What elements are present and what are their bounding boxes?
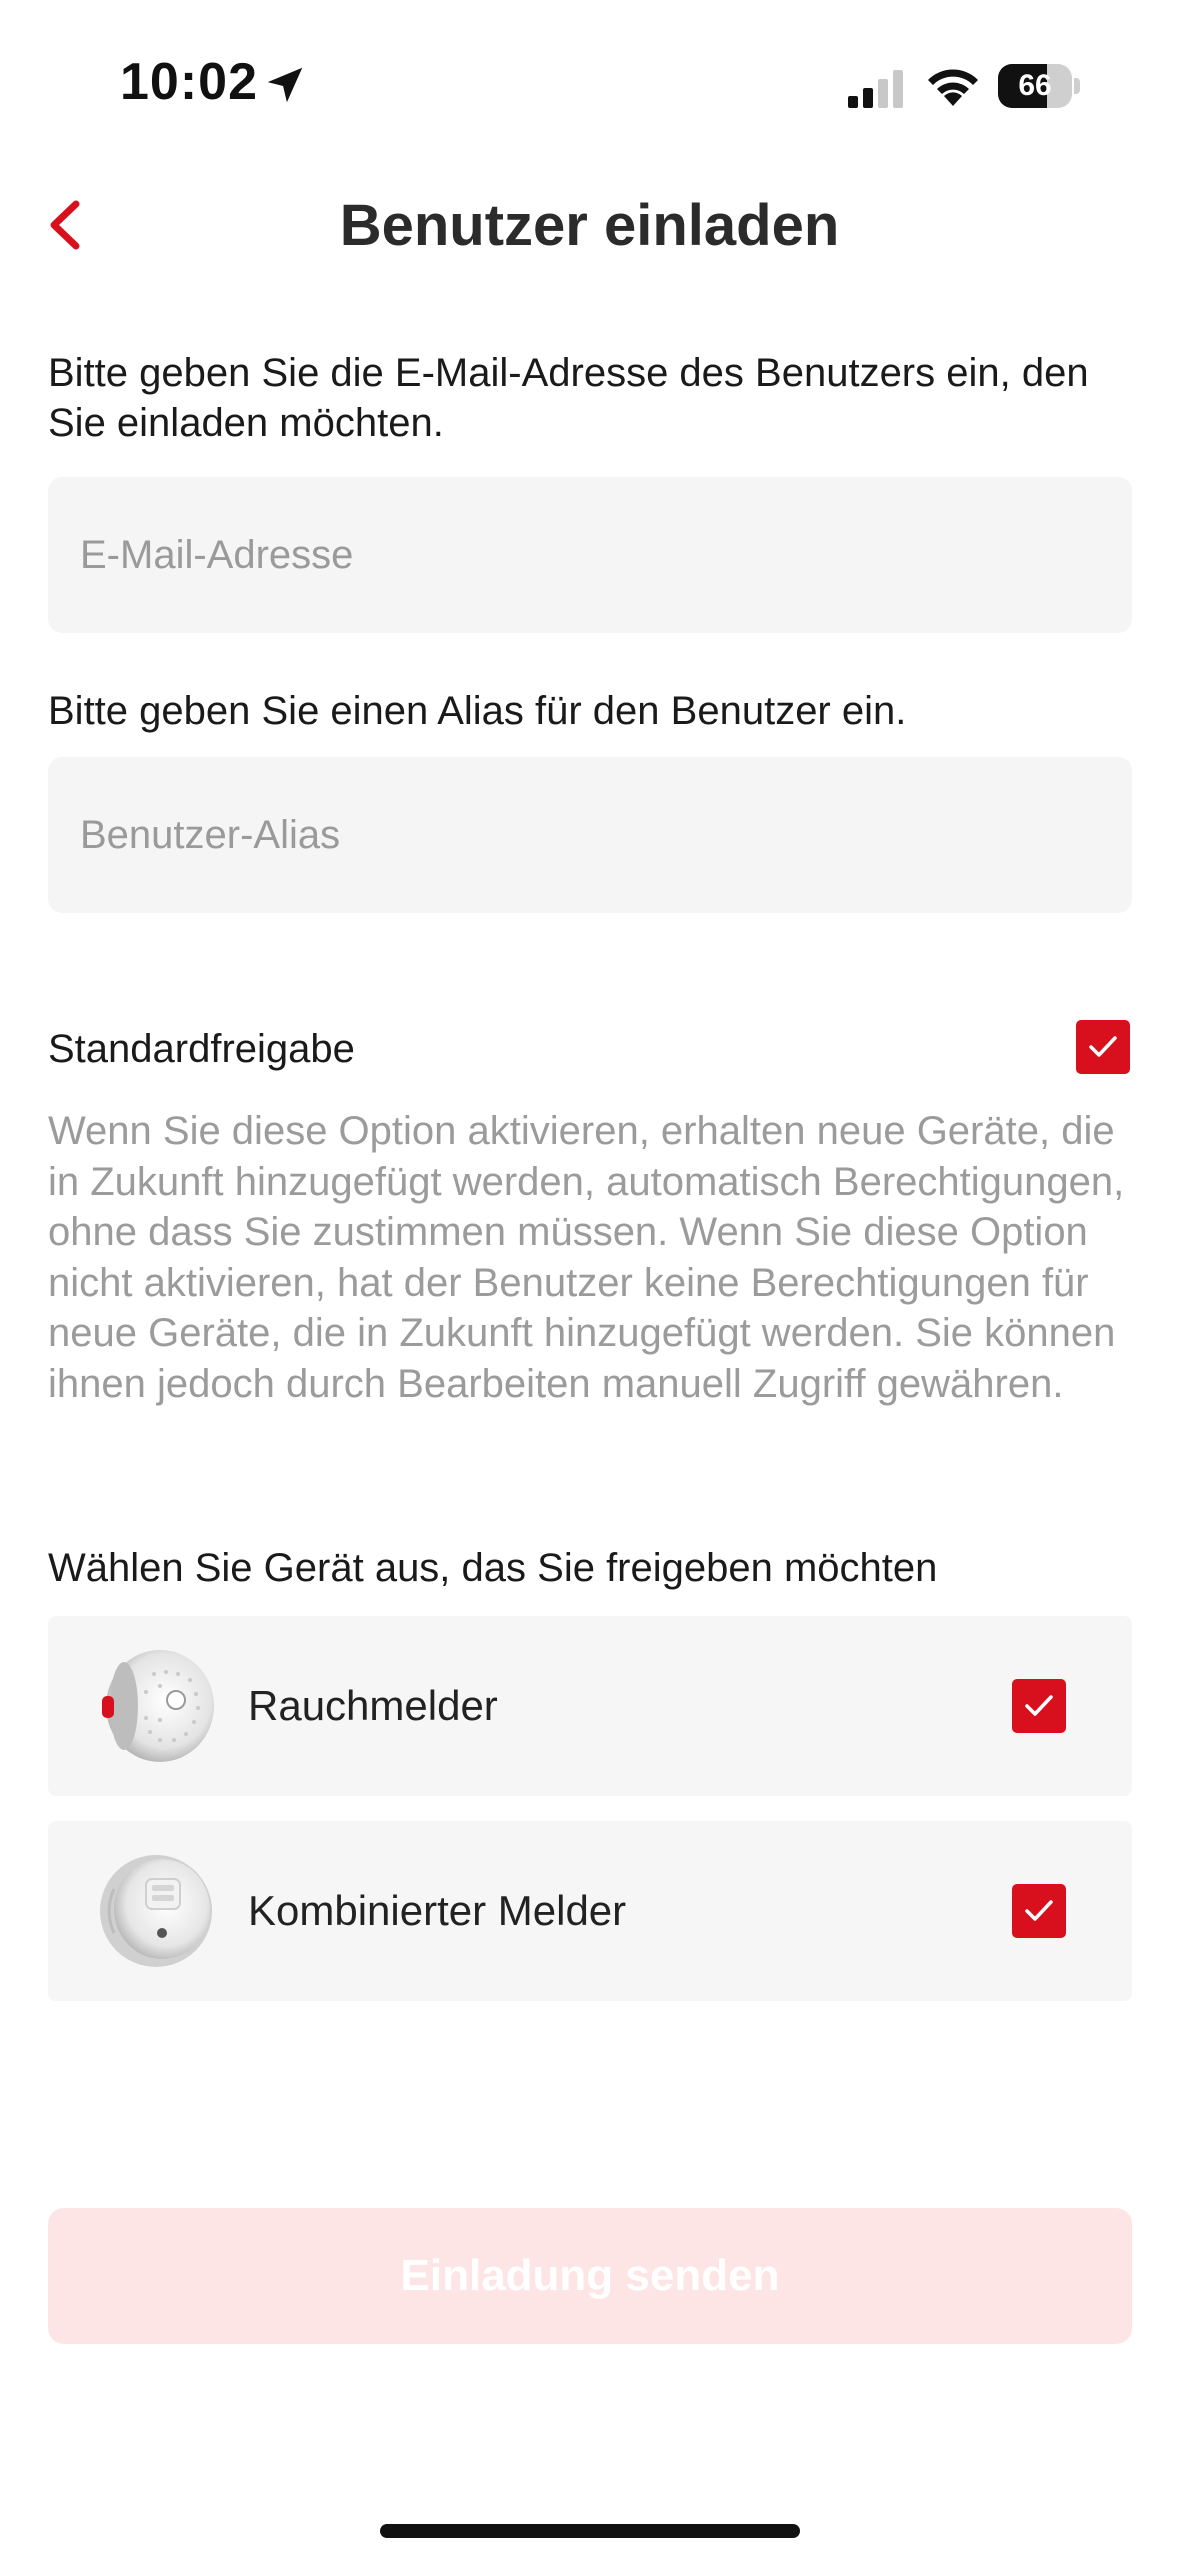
- default-share-label: Standardfreigabe: [48, 1027, 355, 1071]
- home-indicator: [380, 2524, 800, 2538]
- battery-level: 66: [1018, 69, 1052, 102]
- send-invitation-button[interactable]: Einladung senden: [48, 2208, 1132, 2344]
- smoke-detector-image: [102, 1650, 214, 1762]
- battery-icon: 66: [998, 64, 1082, 108]
- checkmark-icon: [1025, 1695, 1053, 1716]
- device-name: Kombinierter Melder: [248, 1887, 627, 1934]
- email-field[interactable]: [78, 531, 1132, 579]
- alias-field[interactable]: [78, 811, 1132, 859]
- device-item-rauchmelder[interactable]: Rauchmelder: [48, 1616, 1132, 1796]
- device-checkbox[interactable]: [1012, 1679, 1066, 1733]
- status-time: 10:02: [120, 53, 258, 111]
- page-title: Benutzer einladen: [339, 193, 840, 258]
- device-name: Rauchmelder: [248, 1682, 498, 1729]
- wifi-icon: [928, 69, 978, 106]
- default-share-checkbox[interactable]: [1076, 1020, 1130, 1074]
- alias-label: Bitte geben Sie einen Alias für den Benu…: [48, 689, 907, 733]
- device-checkbox[interactable]: [1012, 1884, 1066, 1938]
- devices-label: Wählen Sie Gerät aus, das Sie freigeben …: [48, 1546, 938, 1590]
- checkmark-icon: [1025, 1900, 1053, 1921]
- alias-field-container[interactable]: [48, 757, 1132, 913]
- location-arrow-icon: [267, 67, 303, 103]
- device-item-kombinierter-melder[interactable]: Kombinierter Melder: [48, 1821, 1132, 2001]
- default-share-description: Wenn Sie diese Option aktivieren, erhalt…: [48, 1109, 1125, 1406]
- checkmark-icon: [1089, 1036, 1117, 1057]
- email-label: Bitte geben Sie die E-Mail-Adresse des B…: [48, 351, 1089, 445]
- email-field-container[interactable]: [48, 477, 1132, 633]
- cellular-signal-icon: [848, 70, 903, 108]
- combined-detector-image: [100, 1855, 212, 1967]
